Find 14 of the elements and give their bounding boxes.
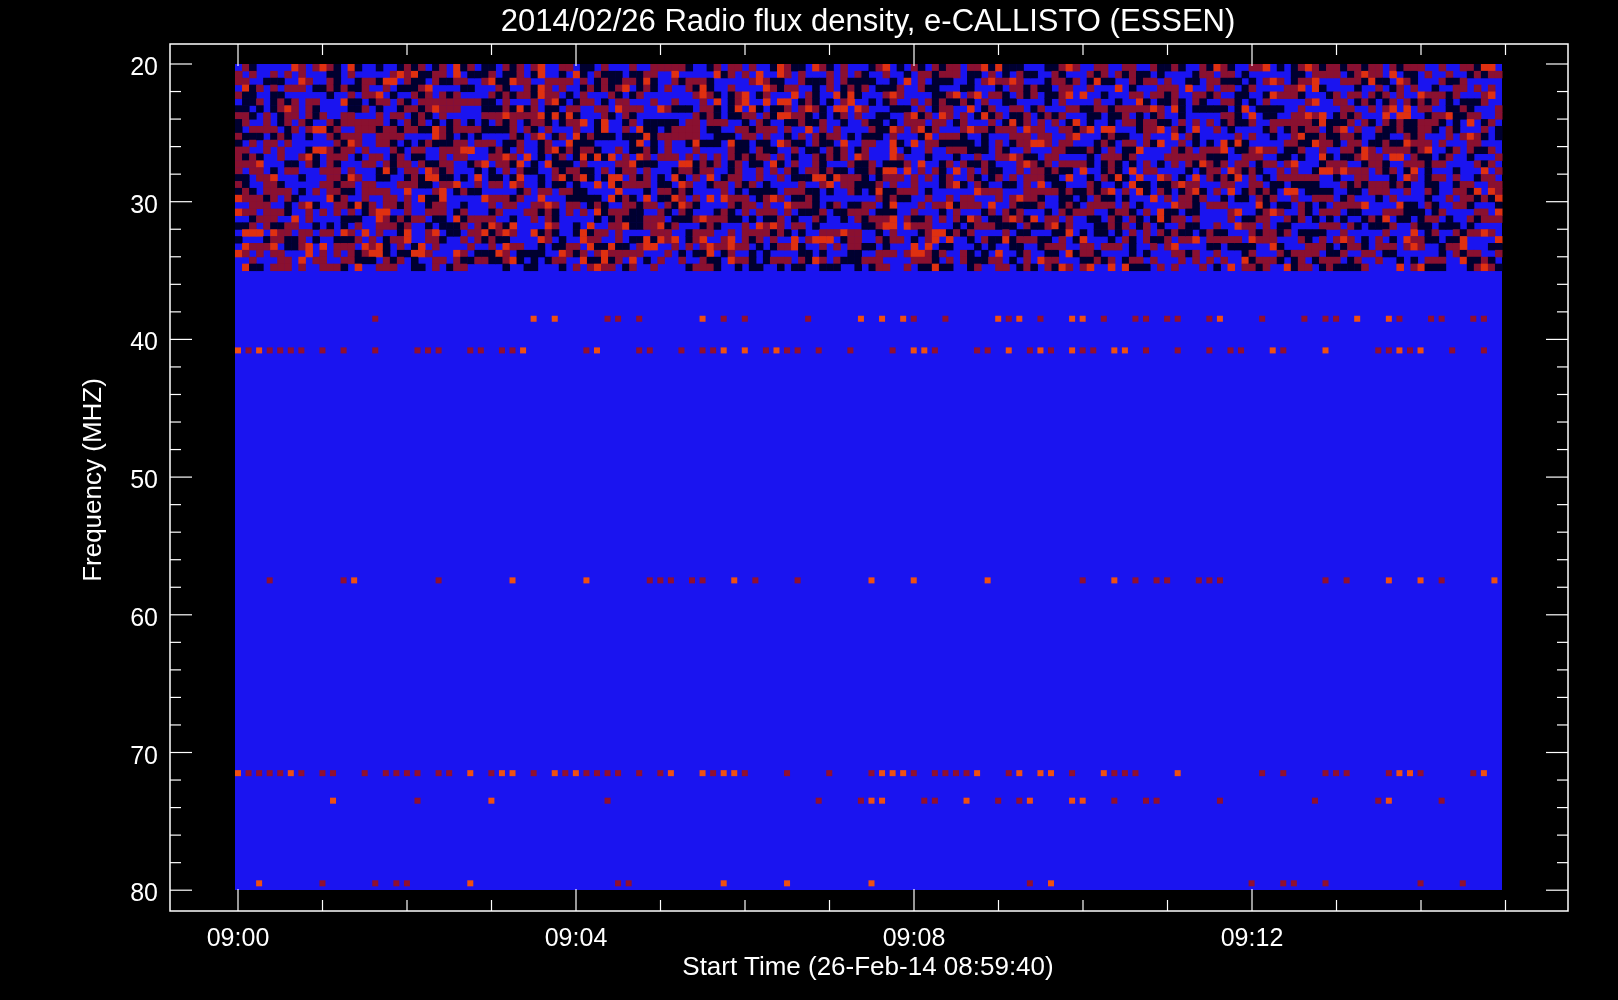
x-axis-tick-label: 09:04 xyxy=(544,923,608,951)
x-axis-tick-label: 09:08 xyxy=(882,923,946,951)
y-axis-tick-label: 80 xyxy=(130,878,158,907)
x-axis-label: Start Time (26-Feb-14 08:59:40) xyxy=(682,951,1054,981)
y-axis-label: Frequency (MHZ) xyxy=(77,378,107,582)
x-axis-tick-label: 09:00 xyxy=(206,923,270,951)
y-axis-tick-label: 30 xyxy=(130,189,158,218)
y-axis-tick-label: 60 xyxy=(130,602,158,631)
y-axis-tick-label: 70 xyxy=(130,740,158,769)
chart-title: 2014/02/26 Radio flux density, e-CALLISTO (ESSEN) xyxy=(500,3,1236,38)
y-axis-tick-label: 50 xyxy=(130,465,158,494)
x-axis-tick-label: 09:12 xyxy=(1220,923,1284,951)
y-axis-tick-label: 20 xyxy=(130,52,158,80)
y-axis-tick-label: 40 xyxy=(130,327,158,356)
